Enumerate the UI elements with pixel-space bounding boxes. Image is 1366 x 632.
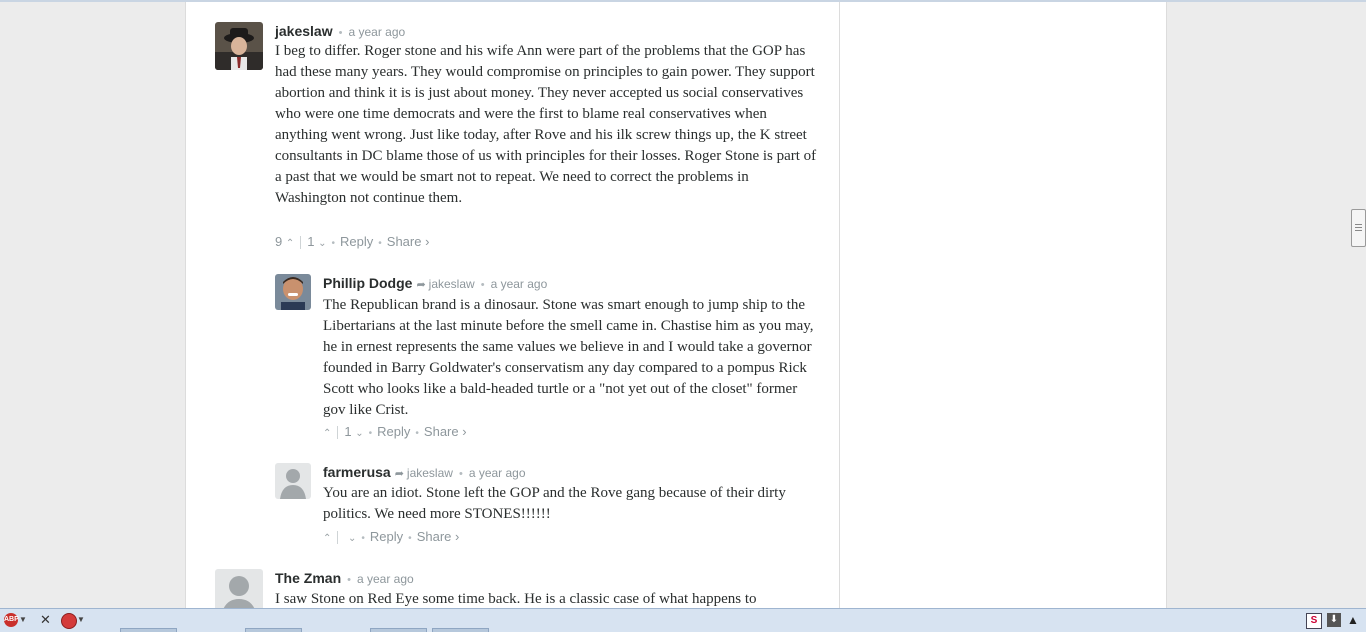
separator-dot: • [480, 279, 485, 291]
up-triangle-icon[interactable]: ▲ [1347, 612, 1359, 628]
grip-line [1355, 230, 1362, 231]
comment-actions: 9 ⌃ 1 ⌄ • Reply • Share › [275, 234, 429, 252]
comment-the-zman: The Zman • a year ago I saw Stone on Red E… [215, 569, 825, 608]
comment-actions: ⌃ 1 ⌄ • Reply • Share › [323, 424, 467, 442]
default-avatar-icon [275, 463, 311, 499]
author-name[interactable]: The Zman [275, 570, 341, 586]
addon-circle-icon[interactable] [61, 613, 77, 629]
separator-dot: • [458, 468, 463, 480]
default-avatar-icon [215, 569, 263, 608]
upvote-icon[interactable]: ⌃ [323, 426, 331, 442]
grip-line [1355, 227, 1362, 228]
adblock-dropdown-icon[interactable]: ▼ [19, 612, 27, 628]
separator-dot: • [347, 574, 351, 586]
upvote-icon[interactable]: ⌃ [323, 531, 331, 547]
scrollbar-thumb[interactable] [1351, 209, 1366, 247]
timestamp[interactable]: a year ago [357, 572, 414, 586]
comment-body: The Republican brand is a dinosaur. Ston… [323, 297, 814, 418]
avatar-photo-icon [275, 274, 311, 310]
vote-separator [337, 531, 339, 545]
timestamp[interactable]: a year ago [469, 466, 526, 480]
separator-dot: • [361, 533, 365, 544]
tab-slot [370, 628, 427, 632]
column-divider [839, 2, 840, 608]
upvote-count: 9 [275, 234, 283, 249]
avatar-phillip-dodge[interactable] [275, 274, 311, 310]
vote-separator [300, 236, 302, 250]
download-arrow-icon[interactable]: ⬇ [1327, 613, 1341, 627]
downvote-icon[interactable]: ⌄ [318, 236, 326, 252]
addon-dropdown-icon[interactable]: ▼ [77, 612, 85, 628]
downvote-icon[interactable]: ⌄ [348, 531, 356, 547]
reply-button[interactable]: Reply [340, 234, 373, 249]
avatar-jakeslaw[interactable] [215, 22, 263, 70]
separator-dot: • [338, 27, 343, 39]
close-icon[interactable]: ✕ [40, 612, 51, 628]
separator-dot: • [368, 428, 373, 439]
comment-body: I saw Stone on Red Eye some time back. H… [275, 591, 757, 607]
browser-addon-bar: ABP ▼ ✕ ▼ S ⬇ ▲ [0, 608, 1366, 632]
reply-button[interactable]: Reply [370, 529, 403, 544]
comment-header: jakeslaw • a year ago [275, 23, 405, 41]
comment-body: You are an idiot. Stone left the GOP and… [323, 485, 786, 522]
reply-arrow-icon: ➦ [416, 279, 426, 291]
comment-actions: ⌃ ⌄ • Reply • Share › [323, 529, 459, 547]
avatar-photo-icon [215, 22, 263, 70]
downvote-count: 1 [307, 234, 315, 249]
separator-dot: • [378, 238, 382, 249]
in-reply-to-name: jakeslaw [406, 466, 453, 480]
comment-header: Phillip Dodge ➦ jakeslaw • a year ago [323, 275, 547, 293]
grip-line [1355, 224, 1362, 225]
adblock-icon[interactable]: ABP [4, 613, 19, 627]
vertical-scrollbar[interactable] [1350, 2, 1366, 608]
timestamp[interactable]: a year ago [348, 25, 405, 39]
comment-header: farmerusa ➦ jakeslaw • a year ago [323, 464, 526, 482]
separator-dot: • [331, 238, 336, 249]
author-name[interactable]: jakeslaw [275, 23, 333, 39]
separator-dot: • [415, 428, 419, 439]
comments-page: jakeslaw • a year ago I beg to differ. Rog… [185, 2, 1167, 608]
author-name[interactable]: farmerusa [323, 464, 391, 480]
downvote-icon[interactable]: ⌄ [355, 426, 363, 442]
in-reply-to[interactable]: ➦ jakeslaw [416, 277, 474, 291]
comment-farmerusa: farmerusa ➦ jakeslaw • a year ago You are an… [275, 463, 825, 548]
upvote-icon[interactable]: ⌃ [286, 236, 294, 252]
comment-header: The Zman • a year ago [275, 570, 414, 588]
author-name[interactable]: Phillip Dodge [323, 275, 412, 291]
tab-slot [120, 628, 177, 632]
reply-arrow-icon: ➦ [394, 468, 404, 480]
tab-slot [245, 628, 302, 632]
avatar-farmerusa[interactable] [275, 463, 311, 499]
vote-separator [337, 426, 339, 440]
share-button[interactable]: Share › [417, 529, 460, 544]
comment-phillip-dodge: Phillip Dodge ➦ jakeslaw • a year ago The Re… [275, 274, 825, 444]
in-reply-to[interactable]: ➦ jakeslaw [395, 466, 453, 480]
s-addon-icon[interactable]: S [1306, 613, 1322, 629]
downvote-count: 1 [344, 424, 352, 439]
tab-slot [432, 628, 489, 632]
comment-jakeslaw: jakeslaw • a year ago I beg to differ. Rog… [215, 22, 825, 262]
in-reply-to-name: jakeslaw [428, 277, 475, 291]
share-button[interactable]: Share › [424, 424, 467, 439]
comment-body: I beg to differ. Roger stone and his wif… [275, 43, 817, 206]
reply-button[interactable]: Reply [377, 424, 410, 439]
timestamp[interactable]: a year ago [491, 277, 548, 291]
separator-dot: • [408, 533, 412, 544]
avatar-the-zman[interactable] [215, 569, 263, 608]
share-button[interactable]: Share › [387, 234, 430, 249]
